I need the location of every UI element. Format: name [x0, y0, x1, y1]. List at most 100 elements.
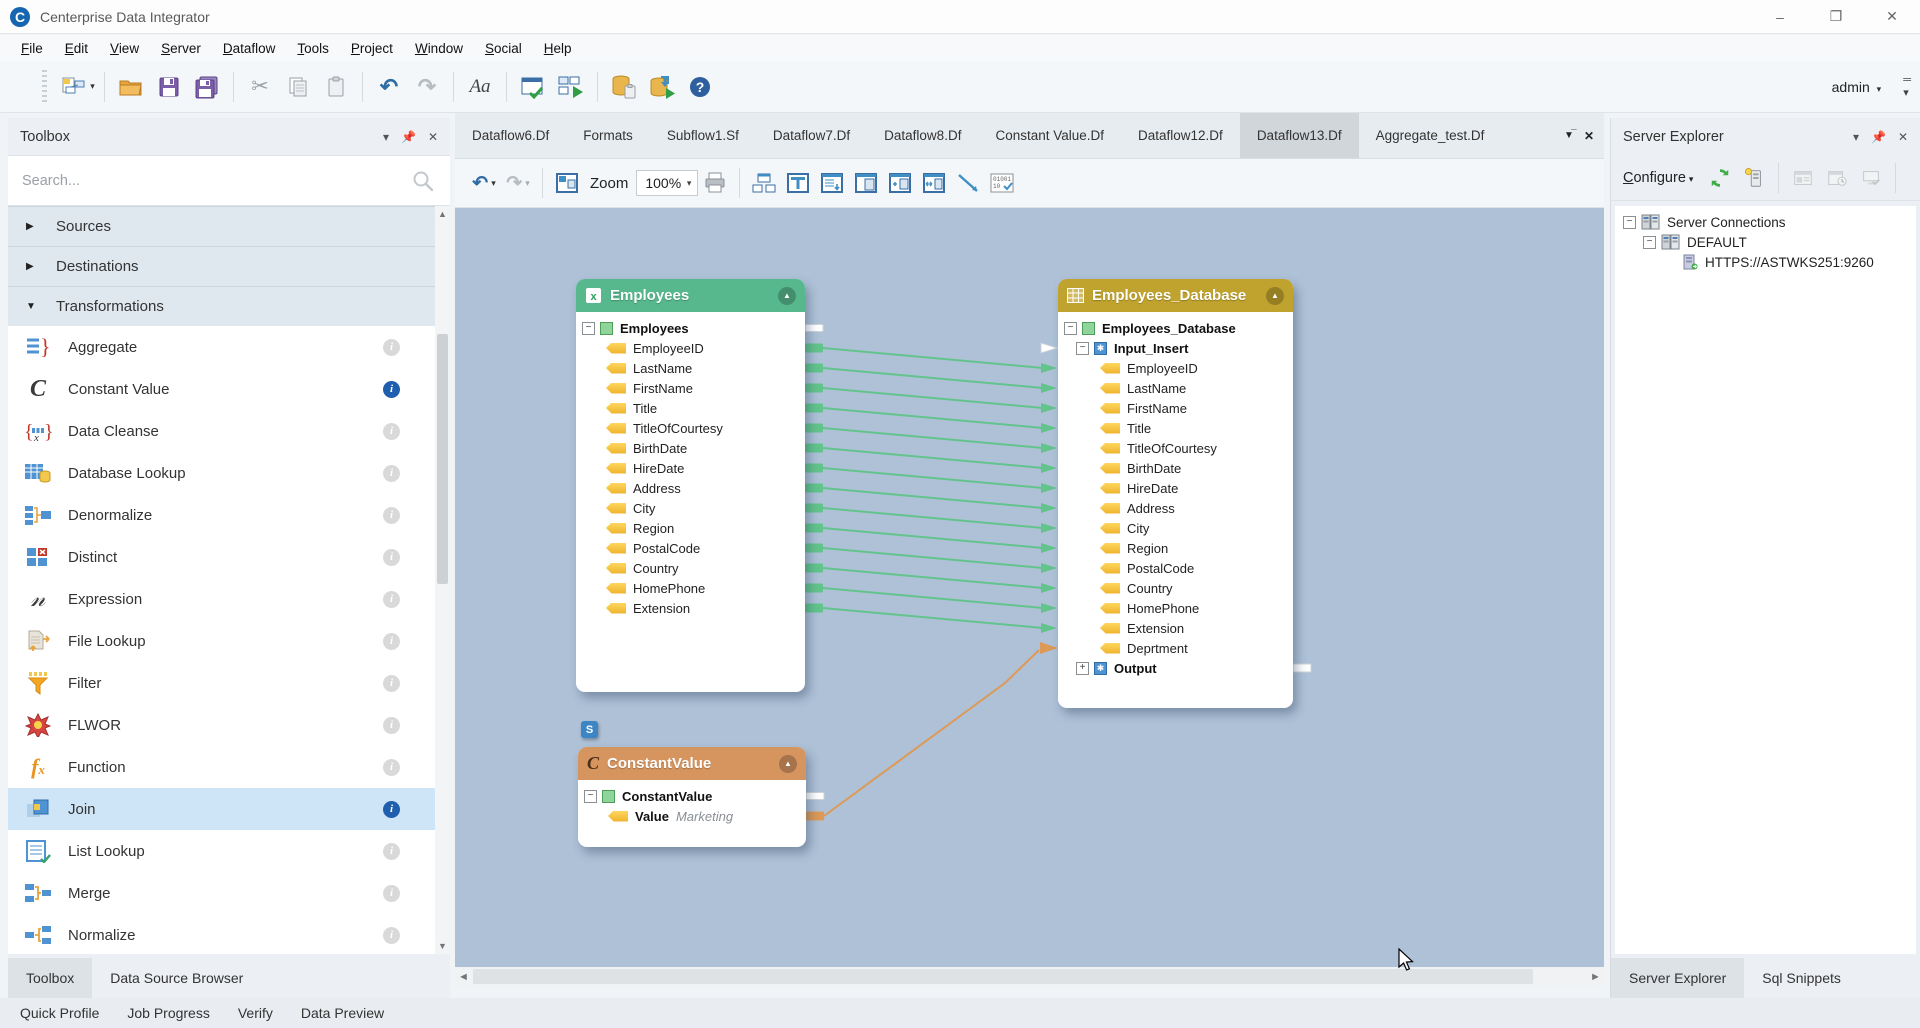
link-tool-icon[interactable]	[953, 166, 983, 200]
collapse-icon[interactable]: ▲	[778, 287, 796, 305]
info-icon[interactable]: i	[383, 423, 400, 440]
node-employees[interactable]: xEmployees▲−EmployeesEmployeeIDLastNameF…	[576, 279, 805, 692]
toolbox-scrollbar[interactable]: ▲ ▼	[435, 206, 450, 954]
info-icon[interactable]: i	[383, 675, 400, 692]
paste-icon[interactable]	[319, 69, 353, 105]
toolbox-item-filter[interactable]: Filteri	[8, 662, 436, 704]
toolbox-item-denormalize[interactable]: Denormalizei	[8, 494, 436, 536]
toolbox-item-database-lookup[interactable]: Database Lookupi	[8, 452, 436, 494]
add-server-icon[interactable]	[1739, 163, 1769, 193]
save-icon[interactable]	[152, 69, 186, 105]
scroll-up-icon[interactable]: ▲	[435, 206, 450, 222]
tab-formats[interactable]: Formats	[566, 113, 650, 158]
toolbox-item-join[interactable]: Joini	[8, 788, 436, 830]
scrollbar-thumb[interactable]	[437, 334, 448, 584]
info-icon[interactable]: i	[383, 339, 400, 356]
panel-close-icon[interactable]: ✕	[428, 130, 438, 144]
tab-list-icon[interactable]: ▼̅	[1564, 130, 1574, 141]
tab-dataflow12-df[interactable]: Dataflow12.Df	[1121, 113, 1240, 158]
menu-edit[interactable]: Edit	[54, 38, 99, 59]
menu-view[interactable]: View	[99, 38, 150, 59]
fit-width-icon[interactable]	[919, 166, 949, 200]
info-icon[interactable]: i	[383, 843, 400, 860]
scroll-down-icon[interactable]: ▼	[435, 938, 450, 954]
info-icon[interactable]: i	[383, 759, 400, 776]
expander-icon[interactable]: +	[1076, 662, 1089, 675]
list-down-icon[interactable]	[817, 166, 847, 200]
dock-right-icon[interactable]	[851, 166, 881, 200]
save-all-icon[interactable]	[190, 69, 224, 105]
expander-icon[interactable]: −	[582, 322, 595, 335]
expand-node-icon[interactable]	[885, 166, 915, 200]
section-transformations[interactable]: ▼Transformations	[8, 286, 436, 326]
pin-icon[interactable]: 📌	[401, 130, 416, 144]
menu-tools[interactable]: Tools	[286, 38, 340, 59]
info-icon[interactable]: i	[383, 591, 400, 608]
scroll-left-icon[interactable]: ◄	[455, 967, 472, 986]
run-dataflow-icon[interactable]	[554, 69, 588, 105]
status-verify[interactable]: Verify	[226, 1005, 285, 1021]
toolbar-overflow-icon[interactable]: ═▾	[1903, 74, 1910, 99]
section-sources[interactable]: ▶Sources	[8, 206, 436, 246]
configure-button[interactable]: Configure▾	[1623, 170, 1693, 186]
info-icon[interactable]: i	[383, 381, 400, 398]
toolbox-item-distinct[interactable]: Distincti	[8, 536, 436, 578]
panel-menu-icon[interactable]: ▾	[1853, 130, 1859, 144]
close-tab-icon[interactable]: ✕	[1584, 129, 1594, 143]
toolbox-item-data-cleanse[interactable]: {x}Data Cleansei	[8, 410, 436, 452]
tab-dataflow6-df[interactable]: Dataflow6.Df	[455, 113, 566, 158]
menu-dataflow[interactable]: Dataflow	[212, 38, 287, 59]
dataflow-canvas[interactable]: xEmployees▲−EmployeesEmployeeIDLastNameF…	[455, 208, 1604, 967]
search-input[interactable]	[22, 173, 382, 189]
tree-node-default[interactable]: −DEFAULT	[1615, 232, 1916, 252]
undo-icon[interactable]: ↶	[372, 69, 406, 105]
tab-dataflow8-df[interactable]: Dataflow8.Df	[867, 113, 978, 158]
node-header[interactable]: CConstantValue▲	[578, 747, 806, 780]
toolbox-item-normalize[interactable]: Normalizei	[8, 914, 436, 954]
minimize-button[interactable]: –	[1752, 0, 1808, 33]
menu-help[interactable]: Help	[533, 38, 583, 59]
tab-dataflow7-df[interactable]: Dataflow7.Df	[756, 113, 867, 158]
status-job-progress[interactable]: Job Progress	[115, 1005, 221, 1021]
tab-subflow1-sf[interactable]: Subflow1.Sf	[650, 113, 756, 158]
toolbox-item-flwor[interactable]: FLWORi	[8, 704, 436, 746]
expander-icon[interactable]: −	[1076, 342, 1089, 355]
expander-icon[interactable]: −	[1623, 216, 1636, 229]
section-destinations[interactable]: ▶Destinations	[8, 246, 436, 286]
toolbox-item-aggregate[interactable]: }Aggregatei	[8, 326, 436, 368]
menu-project[interactable]: Project	[340, 38, 404, 59]
menu-file[interactable]: File	[10, 38, 54, 59]
toolbox-item-file-lookup[interactable]: File Lookupi	[8, 620, 436, 662]
distribute-icon[interactable]	[749, 166, 779, 200]
dock-tab-data-source-browser[interactable]: Data Source Browser	[92, 958, 261, 998]
expander-icon[interactable]: −	[1643, 236, 1656, 249]
center-align-icon[interactable]	[783, 166, 813, 200]
copy-icon[interactable]	[281, 69, 315, 105]
zoom-select[interactable]: 100%▾	[636, 170, 698, 196]
toolbox-item-constant-value[interactable]: CConstant Valuei	[8, 368, 436, 410]
info-icon[interactable]: i	[383, 465, 400, 482]
verify-window-icon[interactable]	[516, 69, 550, 105]
tree-node-https-astwks251-9260[interactable]: HTTPS://ASTWKS251:9260	[1615, 252, 1916, 272]
tab-constant-value-df[interactable]: Constant Value.Df	[978, 113, 1121, 158]
canvas-horizontal-scrollbar[interactable]: ◄ ►	[455, 967, 1604, 986]
menu-window[interactable]: Window	[404, 38, 474, 59]
help-icon[interactable]: ?	[683, 69, 717, 105]
toolbox-item-list-lookup[interactable]: List Lookupi	[8, 830, 436, 872]
info-icon[interactable]: i	[383, 801, 400, 818]
node-employees-database[interactable]: Employees_Database▲−Employees_Database−✱…	[1058, 279, 1293, 708]
font-icon[interactable]: Aa	[463, 69, 497, 105]
toolbox-item-merge[interactable]: Mergei	[8, 872, 436, 914]
status-quick-profile[interactable]: Quick Profile	[8, 1005, 111, 1021]
info-icon[interactable]: i	[383, 633, 400, 650]
layout-icon[interactable]	[552, 166, 582, 200]
pin-icon[interactable]: 📌	[1871, 130, 1886, 144]
admin-user-menu[interactable]: admin ▾	[1832, 79, 1882, 95]
panel-close-icon[interactable]: ✕	[1898, 130, 1908, 144]
menu-social[interactable]: Social	[474, 38, 533, 59]
node-header[interactable]: Employees_Database▲	[1058, 279, 1293, 312]
status-data-preview[interactable]: Data Preview	[289, 1005, 396, 1021]
undo-icon[interactable]: ↶▾	[469, 166, 499, 200]
raw-preview-icon[interactable]: 0100110	[987, 166, 1017, 200]
expander-icon[interactable]: −	[584, 790, 597, 803]
